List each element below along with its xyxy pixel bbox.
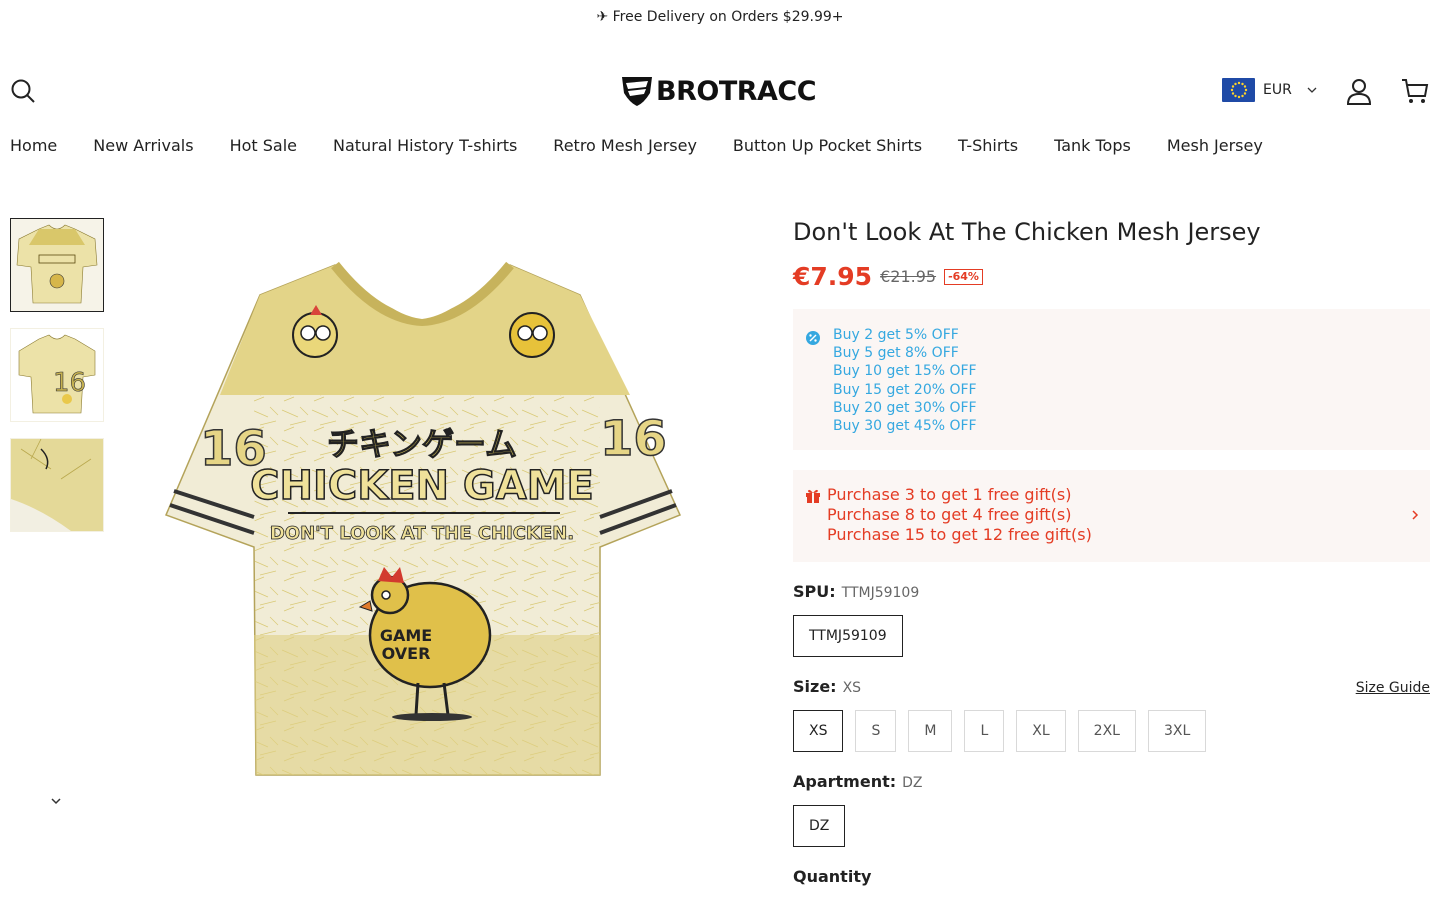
nav-item-t-shirts[interactable]: T-Shirts	[958, 136, 1018, 155]
nav-item-retro-mesh-jersey[interactable]: Retro Mesh Jersey	[553, 136, 697, 155]
nav-item-mesh-jersey[interactable]: Mesh Jersey	[1167, 136, 1263, 155]
apartment-value: DZ	[902, 775, 923, 791]
quantity-label: Quantity	[793, 867, 872, 886]
size-option-3xl[interactable]: 3XL	[1147, 710, 1207, 752]
tier-item: Buy 2 get 5% OFF	[833, 327, 959, 343]
gift-item: Purchase 15 to get 12 free gift(s)	[827, 525, 1092, 544]
product-main-image: 16 16 チキンゲーム CHICKEN GAME DON'T LOOK AT …	[160, 255, 695, 790]
size-option-m[interactable]: M	[908, 710, 953, 752]
gift-item: Purchase 8 to get 4 free gift(s)	[827, 505, 1072, 524]
product-info: Don't Look At The Chicken Mesh Jersey €7…	[793, 214, 1430, 886]
tier-discount-box: Buy 2 get 5% OFF Buy 5 get 8% OFF Buy 10…	[793, 309, 1430, 450]
svg-text:16: 16	[53, 368, 86, 398]
gift-icon	[806, 489, 820, 503]
size-option-l[interactable]: L	[964, 710, 1005, 752]
site-header: BROTRACC EUR	[0, 60, 1440, 122]
size-options: XS S M L XL 2XL 3XL	[793, 710, 1430, 752]
brand-logo[interactable]: BROTRACC	[620, 75, 817, 107]
product-thumbnail[interactable]	[10, 438, 104, 532]
announcement-bar: ✈ Free Delivery on Orders $29.99+	[596, 9, 844, 25]
jersey-badge-line-2: OVER	[382, 644, 431, 663]
size-label-row: Size: XS Size Guide	[793, 677, 1430, 696]
spu-value: TTMJ59109	[841, 585, 920, 601]
tier-item: Buy 20 get 30% OFF	[833, 399, 977, 416]
size-option-xl[interactable]: XL	[1016, 710, 1066, 752]
nav-item-home[interactable]: Home	[10, 136, 57, 155]
jersey-text-main: CHICKEN GAME	[250, 463, 594, 509]
chevron-down-icon[interactable]	[48, 795, 64, 809]
spu-options: TTMJ59109	[793, 615, 1430, 657]
tier-list: Buy 2 get 5% OFF Buy 5 get 8% OFF Buy 10…	[833, 326, 977, 434]
currency-selector[interactable]: EUR	[1222, 78, 1318, 102]
product-thumbnail[interactable]: 16	[10, 328, 104, 422]
tier-item: Buy 30 get 45% OFF	[833, 418, 977, 435]
apartment-label: Apartment:	[793, 772, 897, 791]
jersey-text-japanese: チキンゲーム	[327, 425, 517, 463]
apartment-label-row: Apartment: DZ	[793, 772, 1430, 791]
apartment-options: DZ	[793, 805, 1430, 847]
discount-badge: -64%	[944, 268, 983, 285]
tier-item: Buy 5 get 8% OFF	[833, 345, 959, 362]
gift-promo-box[interactable]: Purchase 3 to get 1 free gift(s) Purchas…	[793, 470, 1430, 562]
size-option-2xl[interactable]: 2XL	[1077, 710, 1136, 752]
sale-price: €7.95	[793, 262, 873, 291]
brand-logo-text: BROTRACC	[656, 75, 817, 107]
thumbnail-list: 16	[10, 218, 104, 548]
eu-flag-icon	[1222, 78, 1255, 102]
nav-item-hot-sale[interactable]: Hot Sale	[230, 136, 297, 155]
tier-item: Buy 15 get 20% OFF	[833, 381, 977, 398]
product-thumbnail[interactable]	[10, 218, 104, 312]
chevron-down-icon	[1307, 87, 1317, 93]
chevron-right-icon	[1412, 510, 1419, 520]
size-option-xs[interactable]: XS	[793, 710, 844, 752]
spu-label-row: SPU: TTMJ59109	[793, 582, 1430, 601]
brand-emblem-icon	[622, 77, 652, 106]
currency-label: EUR	[1263, 82, 1292, 98]
gift-list: Purchase 3 to get 1 free gift(s) Purchas…	[827, 485, 1092, 547]
tier-item: Buy 10 get 15% OFF	[833, 363, 977, 380]
jersey-badge-line-1: GAME	[380, 626, 432, 645]
cart-icon[interactable]	[1398, 74, 1432, 108]
size-guide-link[interactable]: Size Guide	[1356, 680, 1430, 696]
nav-item-tank-tops[interactable]: Tank Tops	[1054, 136, 1131, 155]
main-nav: Home New Arrivals Hot Sale Natural Histo…	[10, 136, 1263, 155]
compare-price: €21.95	[880, 267, 937, 286]
account-icon[interactable]	[1342, 74, 1376, 108]
nav-item-natural-history[interactable]: Natural History T-shirts	[333, 136, 517, 155]
gift-item: Purchase 3 to get 1 free gift(s)	[827, 485, 1072, 504]
nav-item-new-arrivals[interactable]: New Arrivals	[93, 136, 193, 155]
apartment-option[interactable]: DZ	[793, 805, 846, 847]
jersey-text-sub: DON'T LOOK AT THE CHICKEN.	[270, 523, 574, 544]
nav-item-button-up-shirts[interactable]: Button Up Pocket Shirts	[733, 136, 922, 155]
product-title: Don't Look At The Chicken Mesh Jersey	[793, 218, 1261, 246]
spu-option[interactable]: TTMJ59109	[793, 615, 903, 657]
search-icon[interactable]	[8, 76, 38, 106]
spu-label: SPU:	[793, 582, 836, 601]
size-option-s[interactable]: S	[855, 710, 897, 752]
size-label: Size:	[793, 677, 837, 696]
size-value: XS	[842, 680, 862, 696]
jersey-number-right: 16	[600, 411, 667, 467]
discount-badge-icon	[806, 331, 820, 345]
price-row: €7.95 €21.95 -64%	[793, 262, 1430, 291]
